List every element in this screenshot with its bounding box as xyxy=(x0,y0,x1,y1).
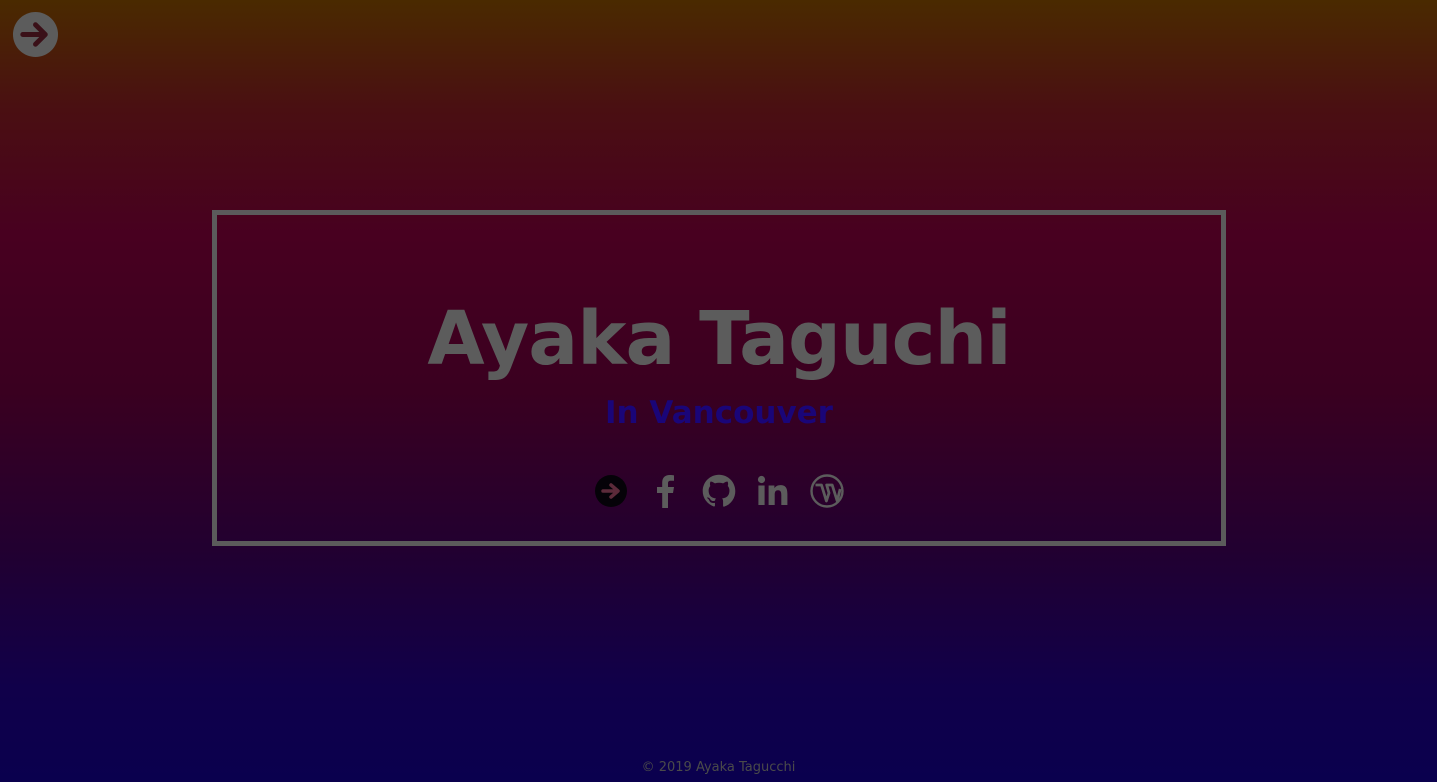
facebook-link[interactable] xyxy=(646,472,684,510)
hero-name: Ayaka Taguchi xyxy=(427,296,1011,382)
wordpress-icon xyxy=(810,474,844,508)
menu-toggle-button[interactable] xyxy=(12,11,59,58)
hero-card: Ayaka Taguchi In Vancouver xyxy=(212,210,1226,546)
social-links xyxy=(217,471,1221,511)
arrow-right-circle-icon xyxy=(12,11,59,58)
github-link[interactable] xyxy=(700,472,738,510)
arrow-right-circle-icon xyxy=(595,475,627,507)
next-link[interactable] xyxy=(592,472,630,510)
hero-subtitle: In Vancouver xyxy=(605,395,833,431)
footer-copyright: © 2019 Ayaka Tagucchi xyxy=(641,760,796,775)
linkedin-icon xyxy=(757,475,788,505)
github-icon xyxy=(702,474,736,507)
wordpress-link[interactable] xyxy=(808,472,846,510)
facebook-icon xyxy=(657,475,674,508)
linkedin-link[interactable] xyxy=(754,472,792,510)
